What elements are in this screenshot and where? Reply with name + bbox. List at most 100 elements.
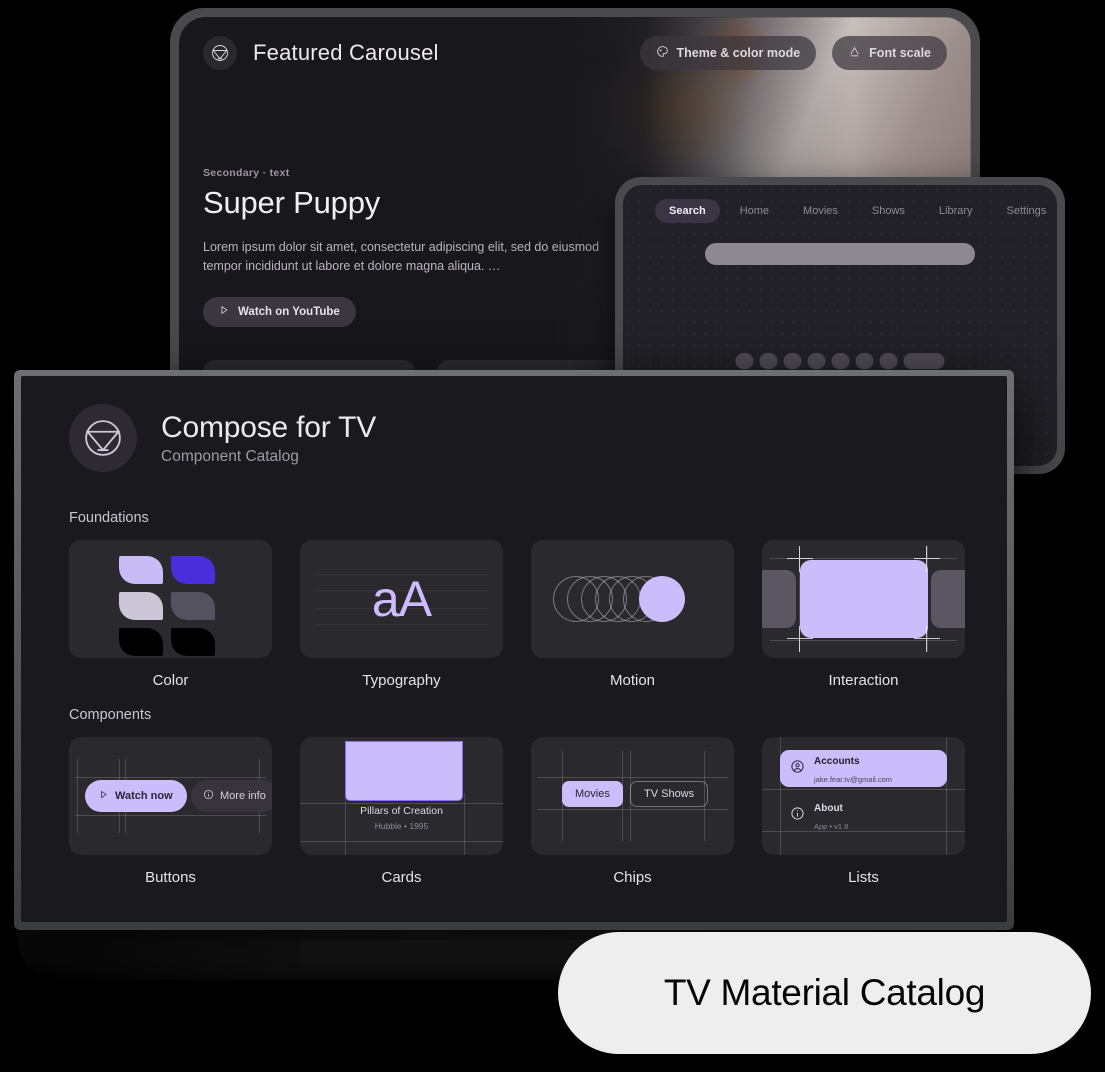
font-scale-label: Font scale — [869, 46, 931, 60]
tv-device: Compose for TV Component Catalog Foundat… — [14, 370, 1014, 930]
catalog-item-buttons[interactable]: Watch now More info Buttons — [69, 737, 272, 886]
more-info-button[interactable]: More info — [191, 780, 272, 812]
typography-preview-card[interactable]: aA — [300, 540, 503, 658]
info-icon — [790, 806, 805, 826]
catalog-item-chips[interactable]: Movies TV Shows Chips — [531, 737, 734, 886]
list-row-subtitle: jake.fear.tv@gmail.com — [814, 774, 893, 784]
catalog-item-color[interactable]: Color — [69, 540, 272, 689]
keyboard-key[interactable] — [783, 353, 802, 369]
list-row-title: About — [814, 802, 843, 814]
catalog-item-label: Interaction — [828, 672, 899, 689]
motion-preview-card[interactable] — [531, 540, 734, 658]
list-row-title: Accounts — [814, 755, 860, 767]
overlay-nav-bar: Search Home Movies Shows Library Setting… — [623, 185, 1057, 223]
catalog-item-label: Motion — [609, 672, 656, 689]
hero-content: Secondary · text Super Puppy Lorem ipsum… — [203, 167, 623, 327]
keyboard-key[interactable] — [759, 353, 778, 369]
lists-preview-card[interactable]: Accounts jake.fear.tv@gmail.com About Ap… — [762, 737, 965, 855]
color-swatch — [119, 592, 163, 620]
hero-title: Super Puppy — [203, 185, 381, 220]
overlay-tab-shows[interactable]: Shows — [858, 199, 919, 223]
foundations-grid: Color aA Typography Motion Interaction — [21, 526, 1007, 689]
card-title: Pillars of Creation — [360, 805, 443, 817]
catalog-item-label: Chips — [613, 869, 652, 886]
tablet-top-bar: Featured Carousel Theme & color mode Fon… — [179, 17, 971, 89]
list-row-text: Accounts jake.fear.tv@gmail.com — [814, 751, 892, 787]
more-info-label: More info — [220, 790, 266, 802]
catalog-item-label: Color — [152, 672, 189, 689]
page-subtitle: Component Catalog — [161, 447, 299, 465]
chip-movies[interactable]: Movies — [562, 781, 623, 807]
account-icon — [790, 759, 805, 779]
chip-tv-shows[interactable]: TV Shows — [630, 781, 709, 807]
catalog-item-motion[interactable]: Motion — [531, 540, 734, 689]
keyboard-key[interactable] — [831, 353, 850, 369]
catalog-item-typography[interactable]: aA Typography — [300, 540, 503, 689]
card-subtitle: Hubble • 1995 — [374, 821, 429, 831]
color-swatch — [171, 556, 215, 584]
type-sample: aA — [371, 571, 432, 627]
color-swatch — [119, 556, 163, 584]
watch-now-button[interactable]: Watch now — [85, 780, 187, 812]
search-input[interactable] — [705, 243, 975, 265]
cards-preview-card[interactable]: Pillars of Creation Hubble • 1995 — [300, 737, 503, 855]
color-preview-card[interactable] — [69, 540, 272, 658]
catalog-item-label: Cards — [381, 869, 422, 886]
keyboard-key[interactable] — [879, 353, 898, 369]
list-row-about[interactable]: About App • v1.8 — [780, 797, 947, 834]
section-label-components: Components — [69, 707, 152, 723]
play-icon — [99, 790, 108, 802]
hero-eyebrow: Secondary · text — [203, 167, 290, 179]
list-row-subtitle: App • v1.8 — [814, 821, 849, 831]
overlay-tab-home[interactable]: Home — [726, 199, 783, 223]
screenshot-stage: Featured Carousel Theme & color mode Fon… — [0, 0, 1105, 1072]
keyboard-key-wide[interactable] — [903, 353, 945, 369]
catalog-item-label: Lists — [848, 869, 879, 886]
caption-pill: TV Material Catalog — [558, 932, 1091, 1054]
tv-screen: Compose for TV Component Catalog Foundat… — [21, 376, 1007, 922]
card-artwork — [345, 741, 463, 801]
compose-tv-logo-icon — [69, 404, 137, 472]
info-icon — [203, 789, 214, 803]
overlay-tab-settings[interactable]: Settings — [993, 199, 1057, 223]
keyboard-key[interactable] — [855, 353, 874, 369]
watch-on-youtube-label: Watch on YouTube — [238, 305, 340, 318]
page-title: Compose for TV — [161, 410, 377, 444]
font-scale-button[interactable]: Font scale — [832, 36, 947, 70]
tablet-title: Featured Carousel — [253, 40, 439, 65]
overlay-tab-library[interactable]: Library — [925, 199, 987, 223]
tv-header: Compose for TV Component Catalog — [21, 376, 1007, 472]
section-label-foundations: Foundations — [69, 510, 149, 526]
watch-on-youtube-button[interactable]: Watch on YouTube — [203, 296, 356, 327]
catalog-item-label: Buttons — [145, 869, 196, 886]
theme-color-mode-label: Theme & color mode — [676, 46, 801, 60]
font-size-icon — [848, 45, 861, 61]
overlay-tab-search[interactable]: Search — [655, 199, 720, 223]
chips-preview-card[interactable]: Movies TV Shows — [531, 737, 734, 855]
catalog-item-cards[interactable]: Pillars of Creation Hubble • 1995 Cards — [300, 737, 503, 886]
interaction-scene — [762, 540, 965, 658]
overlay-tab-movies[interactable]: Movies — [789, 199, 852, 223]
color-swatches — [119, 556, 215, 656]
color-swatch — [171, 592, 215, 620]
watch-now-label: Watch now — [115, 790, 173, 802]
hero-description: Lorem ipsum dolor sit amet, consectetur … — [203, 240, 600, 274]
list-row-text: About App • v1.8 — [814, 798, 848, 834]
compose-tv-logo-icon — [203, 36, 237, 70]
keyboard-key[interactable] — [807, 353, 826, 369]
color-swatch — [119, 628, 163, 656]
components-grid: Watch now More info Buttons Pillars of C… — [21, 723, 1007, 886]
tv-title-block: Compose for TV Component Catalog — [161, 411, 376, 466]
buttons-preview-card[interactable]: Watch now More info — [69, 737, 272, 855]
color-swatch — [171, 628, 215, 656]
palette-icon — [656, 45, 669, 61]
catalog-item-lists[interactable]: Accounts jake.fear.tv@gmail.com About Ap… — [762, 737, 965, 886]
list-row-accounts[interactable]: Accounts jake.fear.tv@gmail.com — [780, 750, 947, 787]
play-icon — [219, 305, 229, 318]
keyboard-key[interactable] — [735, 353, 754, 369]
catalog-item-interaction[interactable]: Interaction — [762, 540, 965, 689]
interaction-preview-card[interactable] — [762, 540, 965, 658]
catalog-item-label: Typography — [362, 672, 441, 689]
caption-text: TV Material Catalog — [663, 972, 986, 1013]
theme-color-mode-button[interactable]: Theme & color mode — [639, 36, 817, 70]
